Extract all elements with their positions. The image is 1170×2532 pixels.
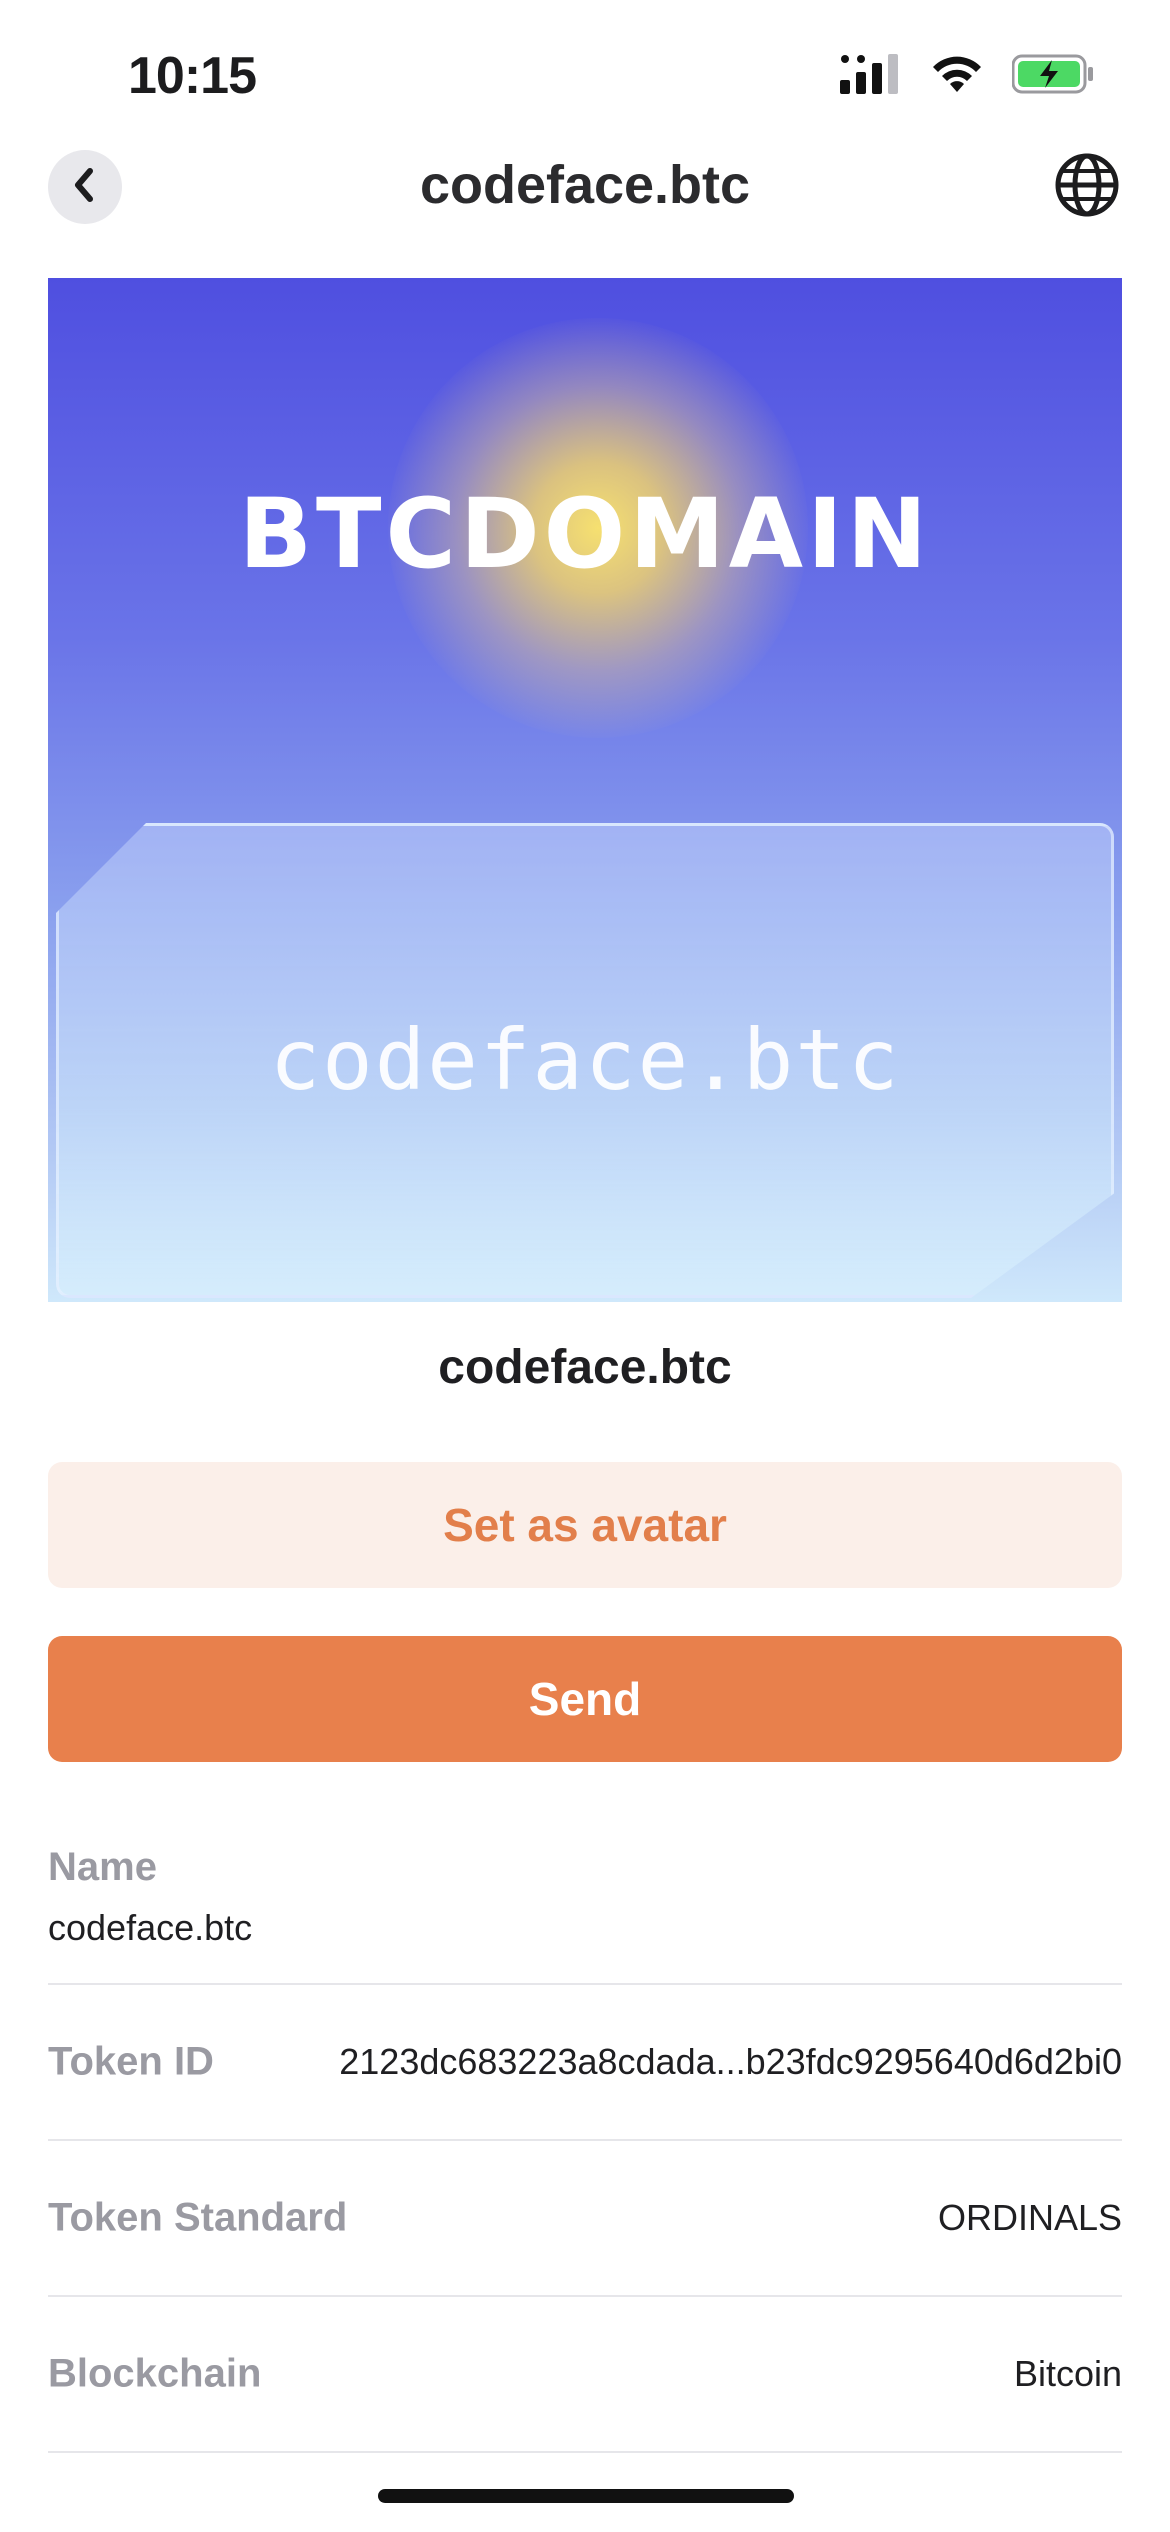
- send-button[interactable]: Send: [48, 1636, 1122, 1762]
- home-indicator[interactable]: [378, 2489, 794, 2503]
- name-label: Name: [48, 1845, 157, 1889]
- detail-row-token-id: Token ID 2123dc683223a8cdada...b23fdc929…: [48, 1985, 1122, 2141]
- nft-name: codeface.btc: [438, 1341, 732, 1394]
- glass-card: codeface.btc: [56, 823, 1114, 1298]
- wifi-icon: [930, 54, 984, 99]
- blockchain-value: Bitcoin: [1013, 2353, 1122, 2394]
- detail-row-name: Name codeface.btc: [48, 1845, 1122, 1985]
- status-bar: 10:15: [0, 0, 1170, 150]
- globe-icon: [1054, 152, 1120, 223]
- token-id-value[interactable]: 2123dc683223a8cdada...b23fdc9295640d6d2b…: [339, 2041, 1122, 2083]
- globe-button[interactable]: [1052, 152, 1122, 222]
- status-icons: [840, 54, 1094, 99]
- set-as-avatar-button[interactable]: Set as avatar: [48, 1462, 1122, 1588]
- status-time: 10:15: [128, 47, 257, 105]
- blockchain-label: Blockchain: [48, 2351, 262, 2396]
- name-value: codeface.btc: [48, 1907, 253, 1948]
- detail-row-token-standard: Token Standard ORDINALS: [48, 2141, 1122, 2297]
- cellular-signal-icon: [840, 54, 902, 99]
- domain-nft-image: BTCDOMAIN codeface.btc: [48, 278, 1122, 1302]
- detail-row-blockchain: Blockchain Bitcoin: [48, 2297, 1122, 2453]
- nav-bar: codeface.btc: [0, 140, 1170, 236]
- token-id-label: Token ID: [48, 2039, 214, 2084]
- battery-charging-icon: [1011, 54, 1094, 99]
- token-standard-label: Token Standard: [48, 2195, 348, 2240]
- page-title: codeface.btc: [419, 155, 751, 215]
- token-standard-value: ORDINALS: [937, 2197, 1122, 2238]
- card-domain-text: codeface.btc: [269, 1011, 901, 1109]
- btcdomain-logo-text: BTCDOMAIN: [238, 478, 932, 590]
